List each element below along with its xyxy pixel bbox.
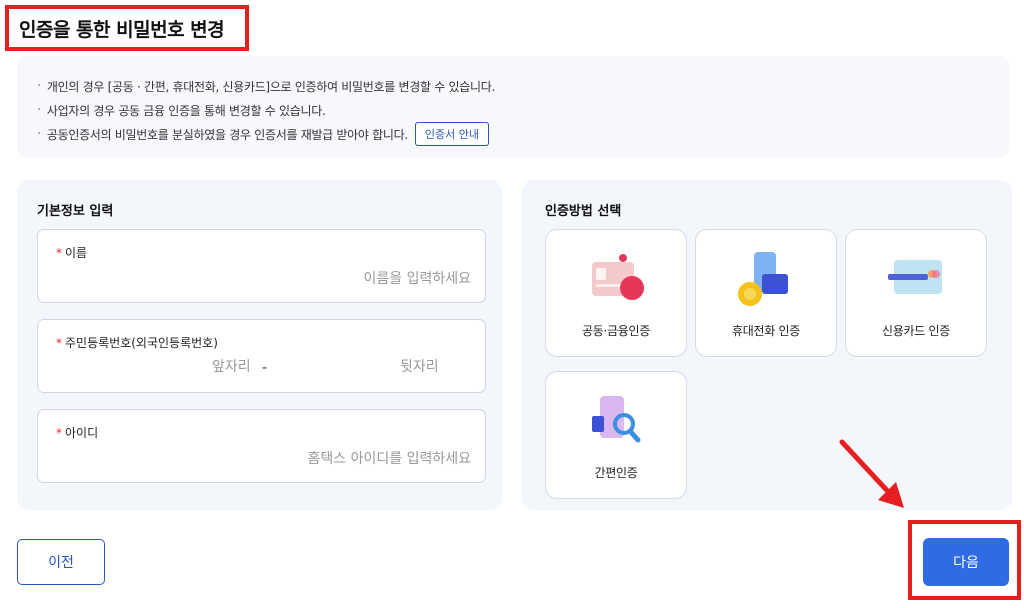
auth-method-heading: 인증방법 선택 <box>545 204 622 219</box>
name-label: * 이름 <box>56 246 88 260</box>
userid-label: * 아이디 <box>56 426 99 440</box>
method-certificate-label: 공동·금융인증 <box>582 324 650 338</box>
basic-info-panel: 기본정보 입력 * 이름 이름을 입력하세요 * 주민등록번호(외국인등록번호) 앞… <box>17 180 502 510</box>
rrn-front-input[interactable]: 앞자리 <box>212 356 251 376</box>
name-field[interactable]: * 이름 이름을 입력하세요 <box>37 229 486 303</box>
basic-info-heading: 기본정보 입력 <box>37 204 114 219</box>
page-title-highlight: 인증을 통한 비밀번호 변경 <box>5 5 249 51</box>
method-creditcard-label: 신용카드 인증 <box>882 324 950 338</box>
credit-card-icon <box>884 250 948 312</box>
method-simple-label: 간편인증 <box>594 466 638 480</box>
method-mobile-label: 휴대전화 인증 <box>732 324 800 338</box>
simple-auth-icon <box>584 392 648 454</box>
rrn-separator: - <box>262 360 268 376</box>
page-title: 인증을 통한 비밀번호 변경 <box>19 18 225 41</box>
rrn-field[interactable]: * 주민등록번호(외국인등록번호) 앞자리 - 뒷자리 <box>37 319 486 393</box>
certificate-icon <box>584 250 648 312</box>
userid-field[interactable]: * 아이디 홈택스 아이디를 입력하세요 <box>37 409 486 483</box>
method-mobile[interactable]: 휴대전화 인증 <box>695 229 837 357</box>
notice-item: 사업자의 경우 공동 금융 인증을 통해 변경할 수 있습니다. <box>37 98 989 122</box>
method-certificate[interactable]: 공동·금융인증 <box>545 229 687 357</box>
auth-method-panel: 인증방법 선택 공동·금융인증 휴대전화 인증 신용카드 인증 간편인증 <box>522 180 1012 510</box>
prev-button[interactable]: 이전 <box>17 539 105 585</box>
next-button[interactable]: 다음 <box>923 538 1009 586</box>
notice-box: 개인의 경우 [공동 · 간편, 휴대전화, 신용카드]으로 인증하여 비밀번호… <box>17 56 1009 158</box>
certificate-guide-button[interactable]: 인증서 안내 <box>414 122 490 146</box>
userid-input[interactable]: 홈택스 아이디를 입력하세요 <box>308 448 471 468</box>
notice-item: 개인의 경우 [공동 · 간편, 휴대전화, 신용카드]으로 인증하여 비밀번호… <box>37 74 989 98</box>
method-simple[interactable]: 간편인증 <box>545 371 687 499</box>
rrn-label: * 주민등록번호(외국인등록번호) <box>56 336 218 350</box>
mobile-phone-icon <box>734 250 798 312</box>
method-creditcard[interactable]: 신용카드 인증 <box>845 229 987 357</box>
name-input[interactable]: 이름을 입력하세요 <box>364 268 472 288</box>
rrn-back-input[interactable]: 뒷자리 <box>400 356 439 376</box>
pointer-arrow-icon <box>839 439 904 508</box>
notice-item: 공동인증서의 비밀번호를 분실하였을 경우 인증서를 재발급 받아야 합니다. … <box>37 122 989 146</box>
